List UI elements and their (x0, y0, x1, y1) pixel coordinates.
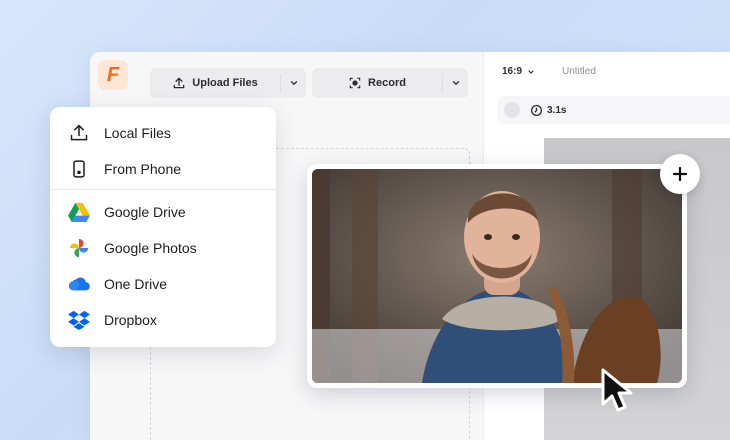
project-title[interactable]: Untitled (562, 66, 596, 77)
menu-item-google-photos[interactable]: Google Photos (50, 230, 276, 266)
upload-files-label: Upload Files (192, 77, 258, 89)
upload-files-button[interactable]: Upload Files (150, 68, 306, 98)
menu-item-label: Local Files (104, 125, 171, 141)
aspect-ratio-value: 16:9 (502, 66, 523, 77)
photo-person-image (312, 169, 682, 383)
playback-bar: 3.1s (498, 96, 730, 124)
upload-icon (70, 124, 88, 141)
onedrive-icon (68, 277, 90, 291)
record-label: Record (368, 77, 406, 89)
duration-value: 3.1s (547, 104, 567, 116)
chevron-down-icon (452, 81, 459, 86)
menu-item-label: Google Drive (104, 204, 186, 220)
dropbox-icon (68, 310, 90, 330)
plus-icon (672, 166, 688, 182)
menu-item-label: One Drive (104, 276, 168, 292)
record-icon (349, 77, 361, 89)
dragged-photo-card[interactable] (307, 164, 687, 388)
chevron-down-icon (528, 69, 534, 74)
menu-item-dropbox[interactable]: Dropbox (50, 302, 276, 338)
menu-item-label: From Phone (104, 161, 182, 177)
app-logo[interactable]: F (98, 60, 128, 90)
aspect-ratio-select[interactable]: 16:9 (502, 66, 535, 77)
photo-thumbnail (312, 169, 682, 383)
menu-item-from-phone[interactable]: From Phone (50, 151, 276, 187)
clock-icon (530, 104, 543, 116)
add-media-button[interactable] (660, 154, 700, 194)
menu-divider (50, 189, 276, 190)
phone-icon (73, 160, 85, 178)
google-photos-icon (69, 238, 89, 258)
record-button[interactable]: Record (312, 68, 468, 98)
menu-item-google-drive[interactable]: Google Drive (50, 194, 276, 230)
mouse-cursor-icon (601, 368, 633, 412)
record-options-toggle[interactable] (442, 74, 468, 92)
upload-icon (173, 77, 185, 89)
chevron-down-icon (290, 81, 297, 86)
upload-source-menu: Local Files From Phone Google Drive Goog… (50, 107, 276, 347)
duration-display: 3.1s (530, 104, 566, 117)
menu-item-label: Dropbox (104, 312, 157, 328)
google-drive-icon (68, 202, 90, 222)
menu-item-label: Google Photos (104, 240, 197, 256)
menu-item-onedrive[interactable]: One Drive (50, 266, 276, 302)
play-button[interactable] (504, 102, 520, 118)
upload-options-toggle[interactable] (280, 74, 306, 92)
menu-item-local-files[interactable]: Local Files (50, 115, 276, 151)
